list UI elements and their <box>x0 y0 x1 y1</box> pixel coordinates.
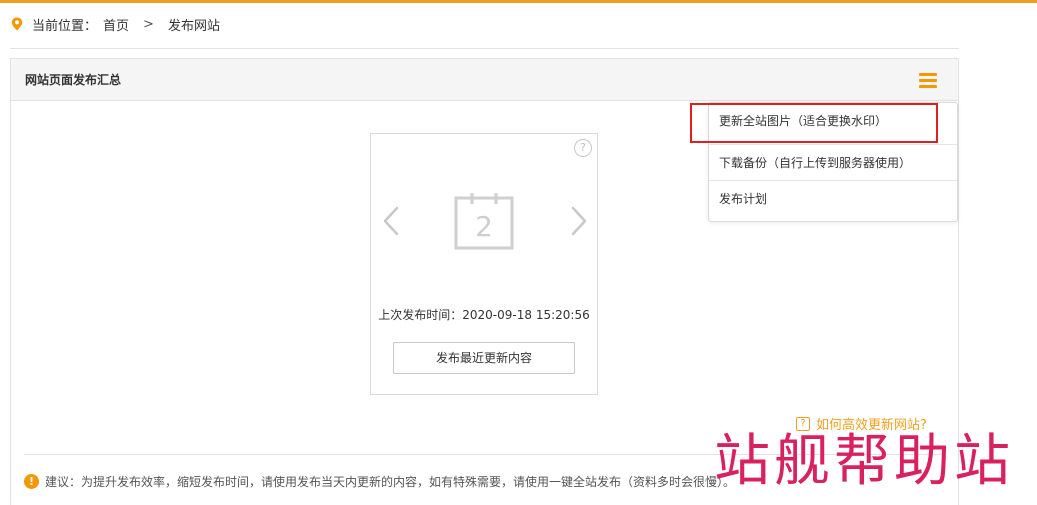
warning-icon: ! <box>24 474 39 489</box>
breadcrumb: 当前位置： 首页 > 发布网站 <box>10 14 220 34</box>
breadcrumb-home-link[interactable]: 首页 <box>103 15 129 34</box>
panel-header: 网站页面发布汇总 <box>11 59 958 101</box>
breadcrumb-prefix: 当前位置： <box>32 18 98 34</box>
suggestion-notice: ! 建议：为提升发布效率，缩短发布时间，请使用发布当天内更新的内容，如有特殊需要… <box>24 473 735 490</box>
chevron-right-icon[interactable] <box>567 204 591 238</box>
menu-item-update-all-images[interactable]: 更新全站图片（适合更换水印） <box>709 103 957 140</box>
publish-card: ? 2 上次发布时间：2020-09-18 15:20:56 发布最近更新内容 <box>370 133 598 395</box>
menu-item-publish-plan[interactable]: 发布计划 <box>709 180 957 217</box>
calendar-number: 2 <box>475 210 493 243</box>
last-publish-time: 上次发布时间：2020-09-18 15:20:56 <box>378 308 590 322</box>
hamburger-menu-icon[interactable] <box>917 71 939 89</box>
location-pin-icon <box>10 17 24 31</box>
watermark-text: 站舰帮助站 <box>714 429 1014 494</box>
breadcrumb-current: 发布网站 <box>167 18 220 34</box>
calendar-icon: 2 <box>454 192 514 250</box>
chevron-left-icon[interactable] <box>379 204 403 238</box>
options-dropdown-menu: 更新全站图片（适合更换水印） 下载备份（自行上传到服务器使用） 发布计划 <box>708 102 958 222</box>
menu-item-download-backup[interactable]: 下载备份（自行上传到服务器使用） <box>709 144 957 181</box>
breadcrumb-divider <box>10 48 959 49</box>
publish-recent-button[interactable]: 发布最近更新内容 <box>393 342 575 374</box>
top-accent-bar <box>0 0 1037 3</box>
panel-title: 网站页面发布汇总 <box>25 73 122 87</box>
breadcrumb-separator: > <box>143 16 154 32</box>
question-circle-icon[interactable]: ? <box>574 139 592 157</box>
suggestion-text: 建议：为提升发布效率，缩短发布时间，请使用发布当天内更新的内容，如有特殊需要，请… <box>45 475 736 489</box>
